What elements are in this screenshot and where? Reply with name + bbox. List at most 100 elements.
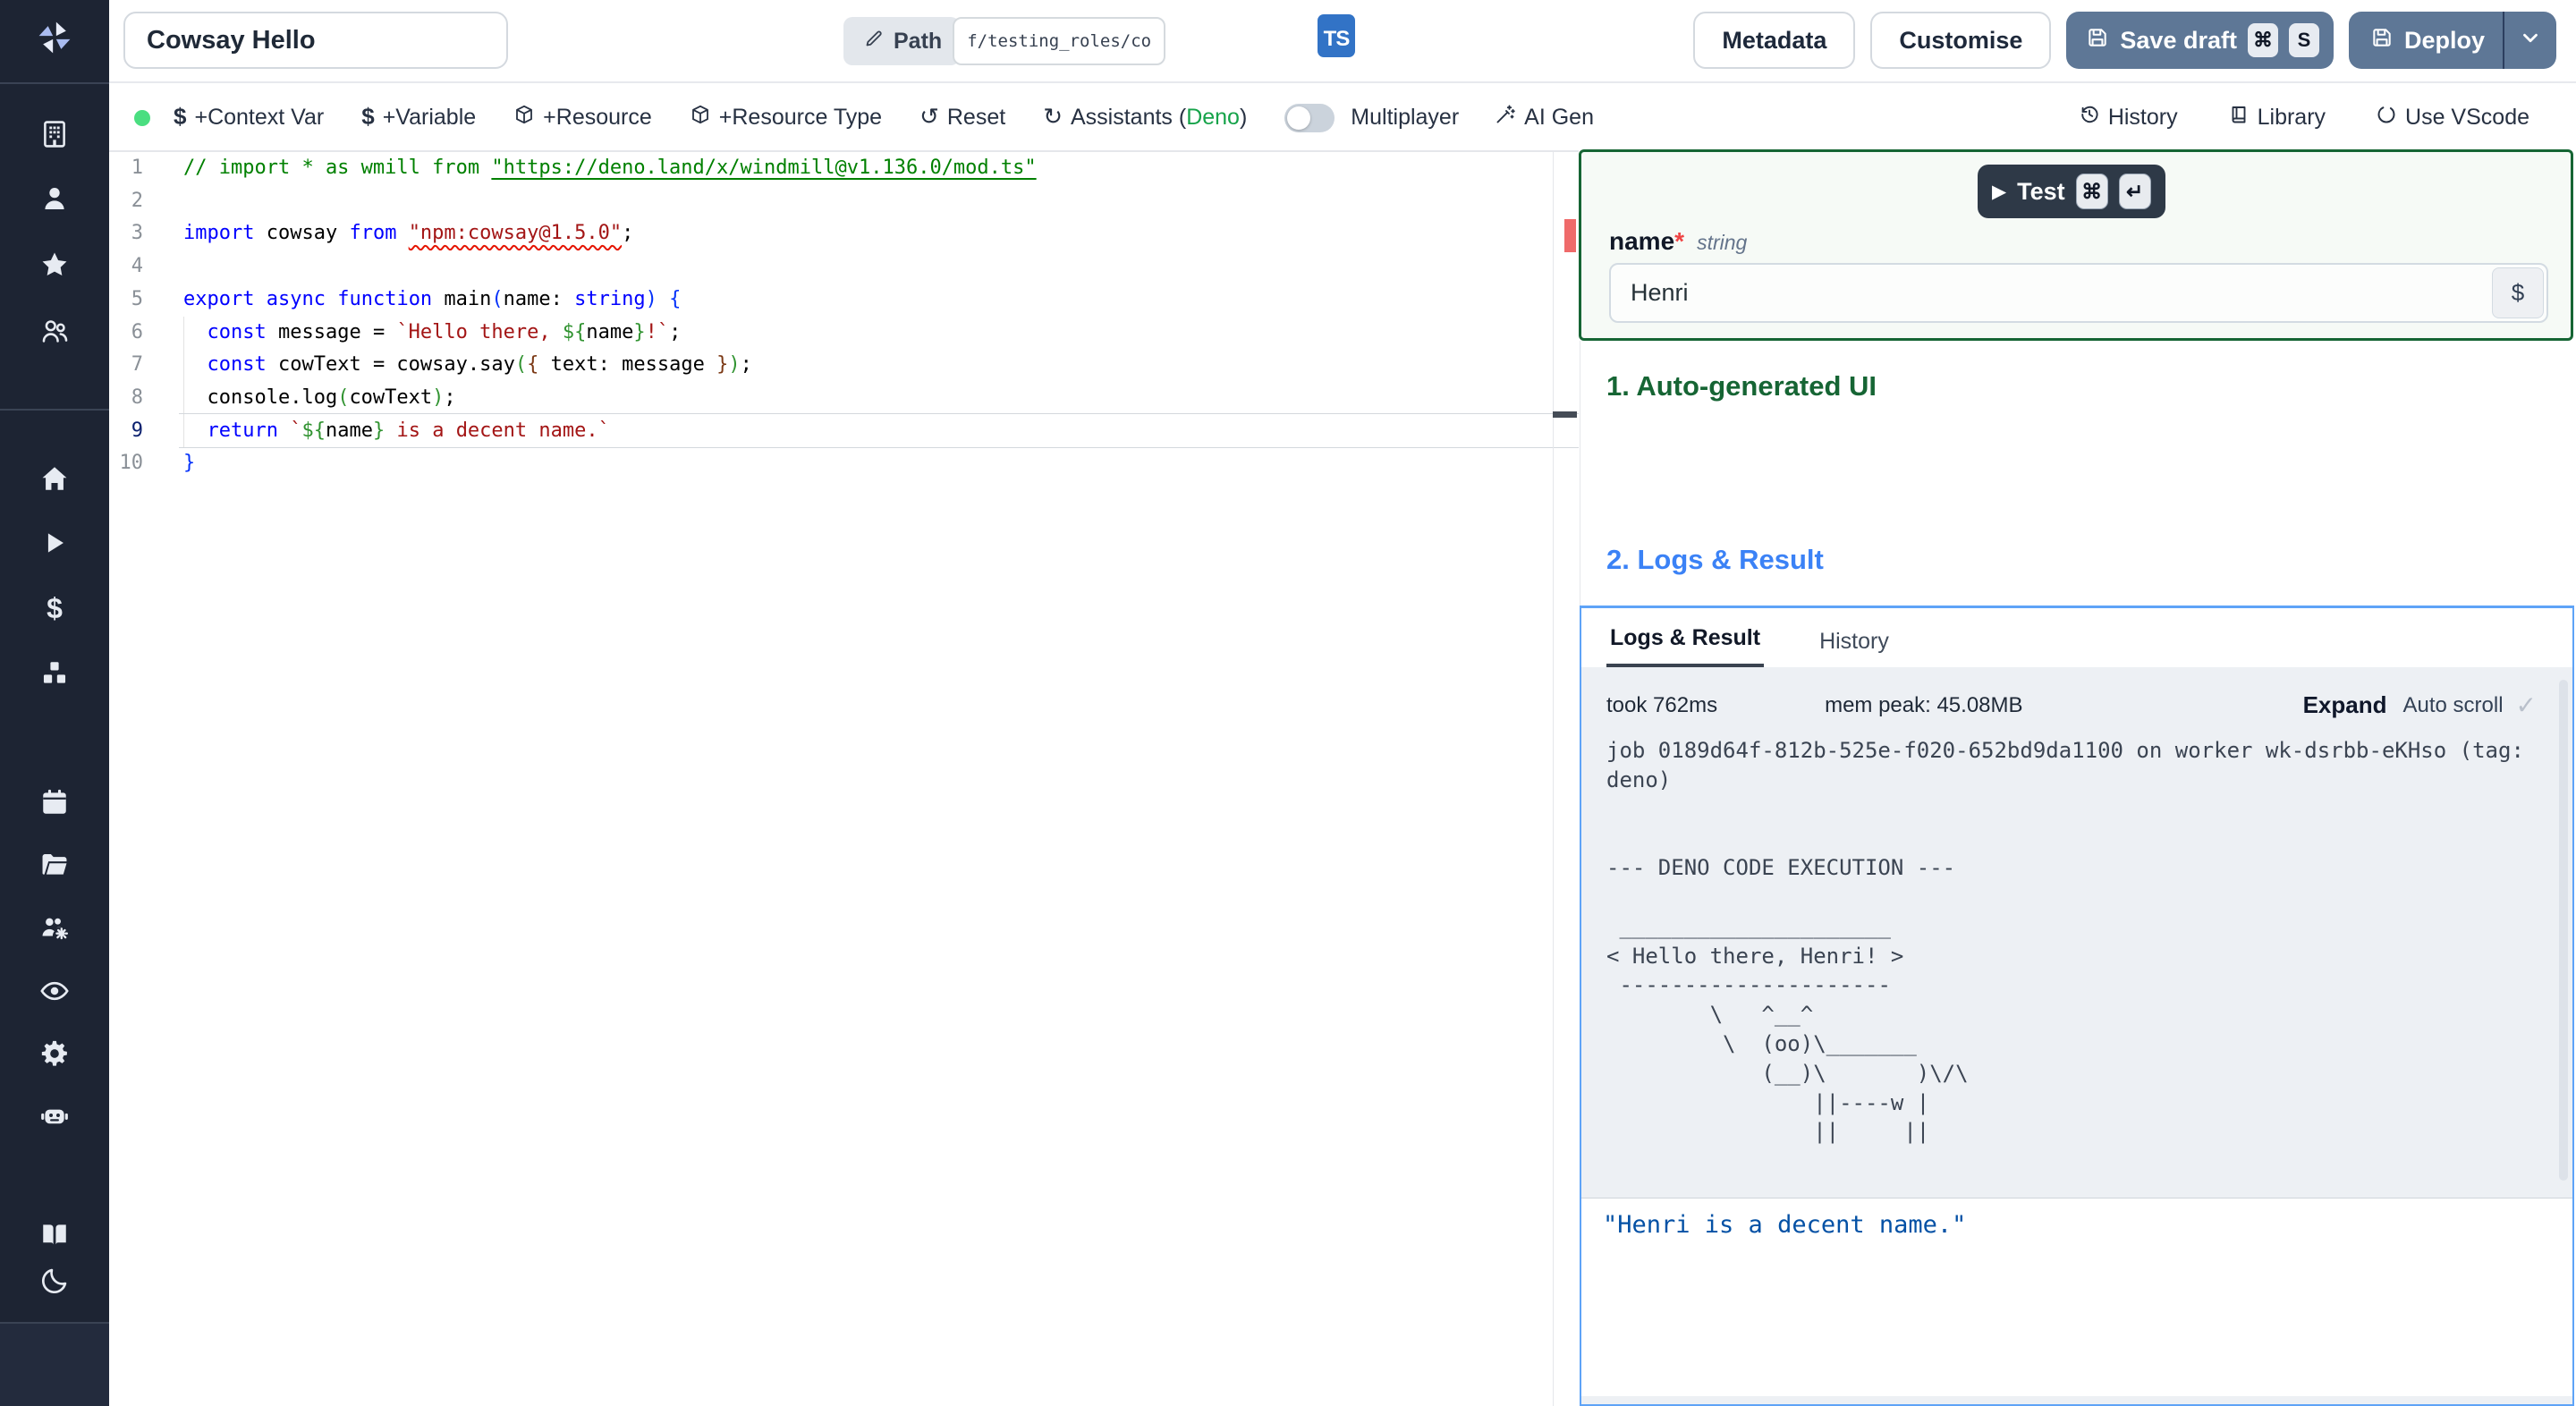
line-number: 6 [131,320,143,343]
run-meta-row: took 762ms mem peak: 45.08MB Expand Auto… [1581,667,2572,720]
test-button[interactable]: ▶ Test ⌘ ↵ [1978,165,2165,218]
user-icon[interactable] [0,179,109,218]
dark-mode-moon-icon[interactable] [0,1261,109,1300]
code-line[interactable]: console.log(cowText); [183,382,455,415]
deploy-dropdown-button[interactable] [2504,12,2556,69]
reset-button[interactable]: ↺ Reset [919,105,1005,131]
save-icon [2370,26,2394,55]
code-editor[interactable]: 1 // import * as wmill from "https://deno… [109,150,1579,1406]
context-var-button[interactable]: $ +Context Var [174,105,324,131]
variable-button[interactable]: $ +Variable [361,105,476,131]
auto-scroll-toggle[interactable]: Auto scroll [2402,693,2503,718]
arg-name-label: name* string [1609,227,1747,256]
edit-path-button[interactable]: Path [843,17,961,65]
groups-icon[interactable] [0,311,109,351]
pencil-icon [863,28,885,55]
windmill-logo[interactable] [0,18,109,57]
favorites-star-icon[interactable] [0,245,109,284]
log-output: job 0189d64f-812b-525e-f020-652bd9da1100… [1606,738,2524,1145]
required-asterisk: * [1674,227,1685,255]
package-icon [690,104,711,131]
code-line[interactable]: // import * as wmill from "https://deno.… [183,152,1037,185]
windmill-script-editor: $ Path TS Metadata Customise Save draft … [0,0,2576,1406]
deploy-button[interactable]: Deploy [2349,12,2503,69]
use-vscode-button[interactable]: Use VScode [2376,104,2529,131]
expand-button[interactable]: Expand [2303,691,2387,719]
result-value: "Henri is a decent name." [1603,1211,1967,1239]
customise-button[interactable]: Customise [1870,12,2052,69]
line-number: 10 [119,452,144,475]
header-buttons: Metadata Customise Save draft ⌘ S Deploy [1693,12,2556,69]
code-line[interactable]: import cowsay from "npm:cowsay@1.5.0"; [183,217,633,250]
chevron-down-icon [2519,26,2542,55]
home-icon[interactable] [0,459,109,498]
editor-splitter [1553,152,1554,1406]
folders-icon[interactable] [0,845,109,885]
audit-logs-eye-icon[interactable] [0,971,109,1011]
play-icon: ▶ [1992,181,2007,202]
cursor-position-marker [1553,411,1577,418]
sidebar-divider [0,82,109,84]
sidebar-divider [0,1322,109,1324]
tab-logs-result[interactable]: Logs & Result [1606,625,1765,667]
line-number: 3 [131,222,143,245]
history-button[interactable]: History [2079,104,2178,131]
docs-book-icon[interactable] [0,1215,109,1254]
check-icon[interactable]: ✓ [2516,690,2537,720]
run-duration: took 762ms [1606,692,1718,717]
line-number: 7 [131,353,143,377]
workers-robot-icon[interactable] [0,1096,109,1135]
test-label: Test [2017,177,2065,205]
resources-cubes-icon[interactable] [0,654,109,693]
save-draft-label: Save draft [2120,26,2237,54]
arg-name-input[interactable] [1609,263,2548,323]
library-button[interactable]: Library [2228,104,2326,131]
multiplayer-toggle[interactable] [1284,103,1335,132]
deploy-split-button: Deploy [2348,12,2556,69]
magic-wand-icon [1495,104,1516,131]
line-number: 5 [131,287,143,310]
code-line[interactable]: export async function main(name: string)… [183,284,681,317]
line-number: 4 [131,255,143,278]
arg-type: string [1697,231,1748,254]
log-scrollbar[interactable] [2559,680,2568,1181]
result-viewer: "Henri is a decent name." [1581,1198,2572,1396]
line-number: 1 [131,157,143,179]
path-value-input[interactable] [953,17,1166,65]
path-label: Path [894,28,943,54]
code-line[interactable]: return `${name} is a decent name.` [183,415,610,448]
workers-group-gear-icon[interactable] [0,909,109,948]
cmd-key-badge: ⌘ [2075,174,2108,209]
deploy-label: Deploy [2403,26,2485,54]
workspace-building-icon[interactable] [0,114,109,154]
status-dot [134,109,150,126]
mem-peak: mem peak: 45.08MB [1825,692,2023,717]
save-draft-button[interactable]: Save draft ⌘ S [2066,12,2334,69]
book-icon [2228,104,2250,131]
resource-button[interactable]: +Resource [513,104,652,131]
runs-play-icon[interactable] [0,523,109,563]
tabs-row: Logs & Result History [1581,608,2572,667]
assistants-button[interactable]: ↻ Assistants (Deno) [1043,105,1247,131]
logs-result-panel: Logs & Result History took 762ms mem pea… [1580,606,2574,1406]
script-title-input[interactable] [123,12,508,69]
s-key-badge: S [2288,23,2319,57]
tab-history[interactable]: History [1816,629,1893,667]
error-marker [1564,219,1576,252]
toggle-knob [1287,106,1311,130]
insert-variable-button[interactable]: $ [2492,267,2544,318]
sidebar-footer [0,1322,109,1406]
schedules-calendar-icon[interactable] [0,783,109,822]
ai-gen-button[interactable]: AI Gen [1495,104,1594,131]
editor-toolbar: $ +Context Var $ +Variable +Resource +Resourc… [109,85,2576,150]
code-line[interactable]: } [183,447,195,480]
history-clock-icon [2079,104,2100,131]
code-line[interactable]: const cowText = cowsay.say({ text: messa… [183,349,752,382]
toolbar-right-items: History Library Use VScode [2079,104,2529,131]
variables-dollar-icon[interactable]: $ [0,589,109,628]
metadata-button[interactable]: Metadata [1693,12,1856,69]
settings-gear-icon[interactable] [0,1034,109,1073]
code-line[interactable]: const message = `Hello there, ${name}!`; [183,317,682,350]
resource-type-button[interactable]: +Resource Type [690,104,882,131]
reset-icon: ↺ [919,103,939,130]
